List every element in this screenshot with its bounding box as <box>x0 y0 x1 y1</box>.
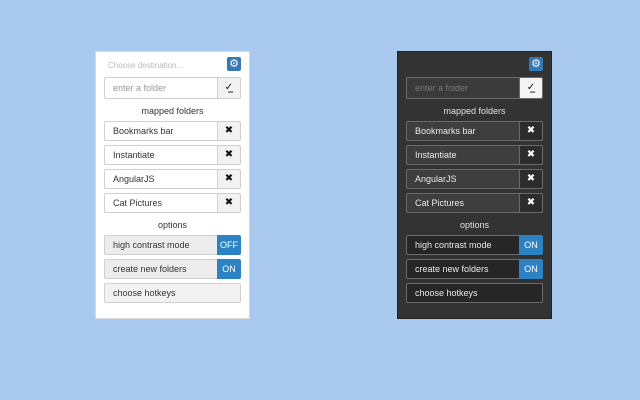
option-label: high contrast mode <box>104 235 217 255</box>
folder-row: AngularJS ✖ <box>406 169 543 189</box>
folder-item[interactable]: Cat Pictures <box>104 193 217 213</box>
option-label: high contrast mode <box>406 235 519 255</box>
remove-folder-button[interactable]: ✖ <box>519 193 543 213</box>
hotkeys-row: choose hotkeys <box>406 283 543 303</box>
popup-title: Choose destination... <box>108 61 184 70</box>
remove-folder-button[interactable]: ✖ <box>519 169 543 189</box>
options-heading: options <box>157 220 188 230</box>
option-row-create-folders: create new folders ON <box>104 259 241 279</box>
gear-icon[interactable]: ⚙ <box>227 57 241 71</box>
folder-row: Instantiate ✖ <box>104 145 241 165</box>
close-icon: ✖ <box>526 197 536 208</box>
popup-header: Choose destination... ⚙ <box>104 57 241 75</box>
folder-input-row: enter a folder ✓̲ <box>104 77 241 99</box>
option-row-high-contrast: high contrast mode ON <box>406 235 543 255</box>
option-label: create new folders <box>406 259 519 279</box>
option-row-high-contrast: high contrast mode OFF <box>104 235 241 255</box>
save-folder-button[interactable]: ✓̲ <box>519 77 543 99</box>
create-folders-toggle[interactable]: ON <box>217 259 241 279</box>
folder-item[interactable]: Bookmarks bar <box>406 121 519 141</box>
hotkeys-row: choose hotkeys <box>104 283 241 303</box>
folder-item[interactable]: Bookmarks bar <box>104 121 217 141</box>
folder-input-row: enter a folder ✓̲ <box>406 77 543 99</box>
folder-item[interactable]: AngularJS <box>406 169 519 189</box>
folder-row: Instantiate ✖ <box>406 145 543 165</box>
close-icon: ✖ <box>526 149 536 160</box>
close-icon: ✖ <box>224 197 234 208</box>
remove-folder-button[interactable]: ✖ <box>519 121 543 141</box>
folder-item[interactable]: Cat Pictures <box>406 193 519 213</box>
close-icon: ✖ <box>224 173 234 184</box>
high-contrast-toggle[interactable]: ON <box>519 235 543 255</box>
high-contrast-toggle[interactable]: OFF <box>217 235 241 255</box>
close-icon: ✖ <box>526 125 536 136</box>
folder-item[interactable]: Instantiate <box>104 145 217 165</box>
remove-folder-button[interactable]: ✖ <box>217 169 241 189</box>
popup-light-theme: Choose destination... ⚙ enter a folder ✓… <box>95 51 250 319</box>
folder-item[interactable]: Instantiate <box>406 145 519 165</box>
mapped-folders-heading: mapped folders <box>443 106 506 116</box>
create-folders-toggle[interactable]: ON <box>519 259 543 279</box>
folder-row: Cat Pictures ✖ <box>104 193 241 213</box>
folder-row: Bookmarks bar ✖ <box>406 121 543 141</box>
close-icon: ✖ <box>526 173 536 184</box>
save-folder-button[interactable]: ✓̲ <box>217 77 241 99</box>
checkmark-icon: ✓̲ <box>526 82 536 93</box>
folder-input[interactable]: enter a folder <box>104 77 217 99</box>
remove-folder-button[interactable]: ✖ <box>217 193 241 213</box>
remove-folder-button[interactable]: ✖ <box>217 121 241 141</box>
close-icon: ✖ <box>224 125 234 136</box>
gear-icon[interactable]: ⚙ <box>529 57 543 71</box>
folder-row: Cat Pictures ✖ <box>406 193 543 213</box>
remove-folder-button[interactable]: ✖ <box>519 145 543 165</box>
options-heading: options <box>459 220 490 230</box>
option-label: create new folders <box>104 259 217 279</box>
folder-row: AngularJS ✖ <box>104 169 241 189</box>
popup-header: ⚙ <box>406 57 543 75</box>
checkmark-icon: ✓̲ <box>224 82 234 93</box>
close-icon: ✖ <box>224 149 234 160</box>
mapped-folders-heading: mapped folders <box>141 106 204 116</box>
folder-input[interactable]: enter a folder <box>406 77 519 99</box>
folder-row: Bookmarks bar ✖ <box>104 121 241 141</box>
folder-item[interactable]: AngularJS <box>104 169 217 189</box>
remove-folder-button[interactable]: ✖ <box>217 145 241 165</box>
choose-hotkeys-button[interactable]: choose hotkeys <box>104 283 241 303</box>
popup-dark-theme: ⚙ enter a folder ✓̲ mapped folders Bookm… <box>397 51 552 319</box>
choose-hotkeys-button[interactable]: choose hotkeys <box>406 283 543 303</box>
option-row-create-folders: create new folders ON <box>406 259 543 279</box>
